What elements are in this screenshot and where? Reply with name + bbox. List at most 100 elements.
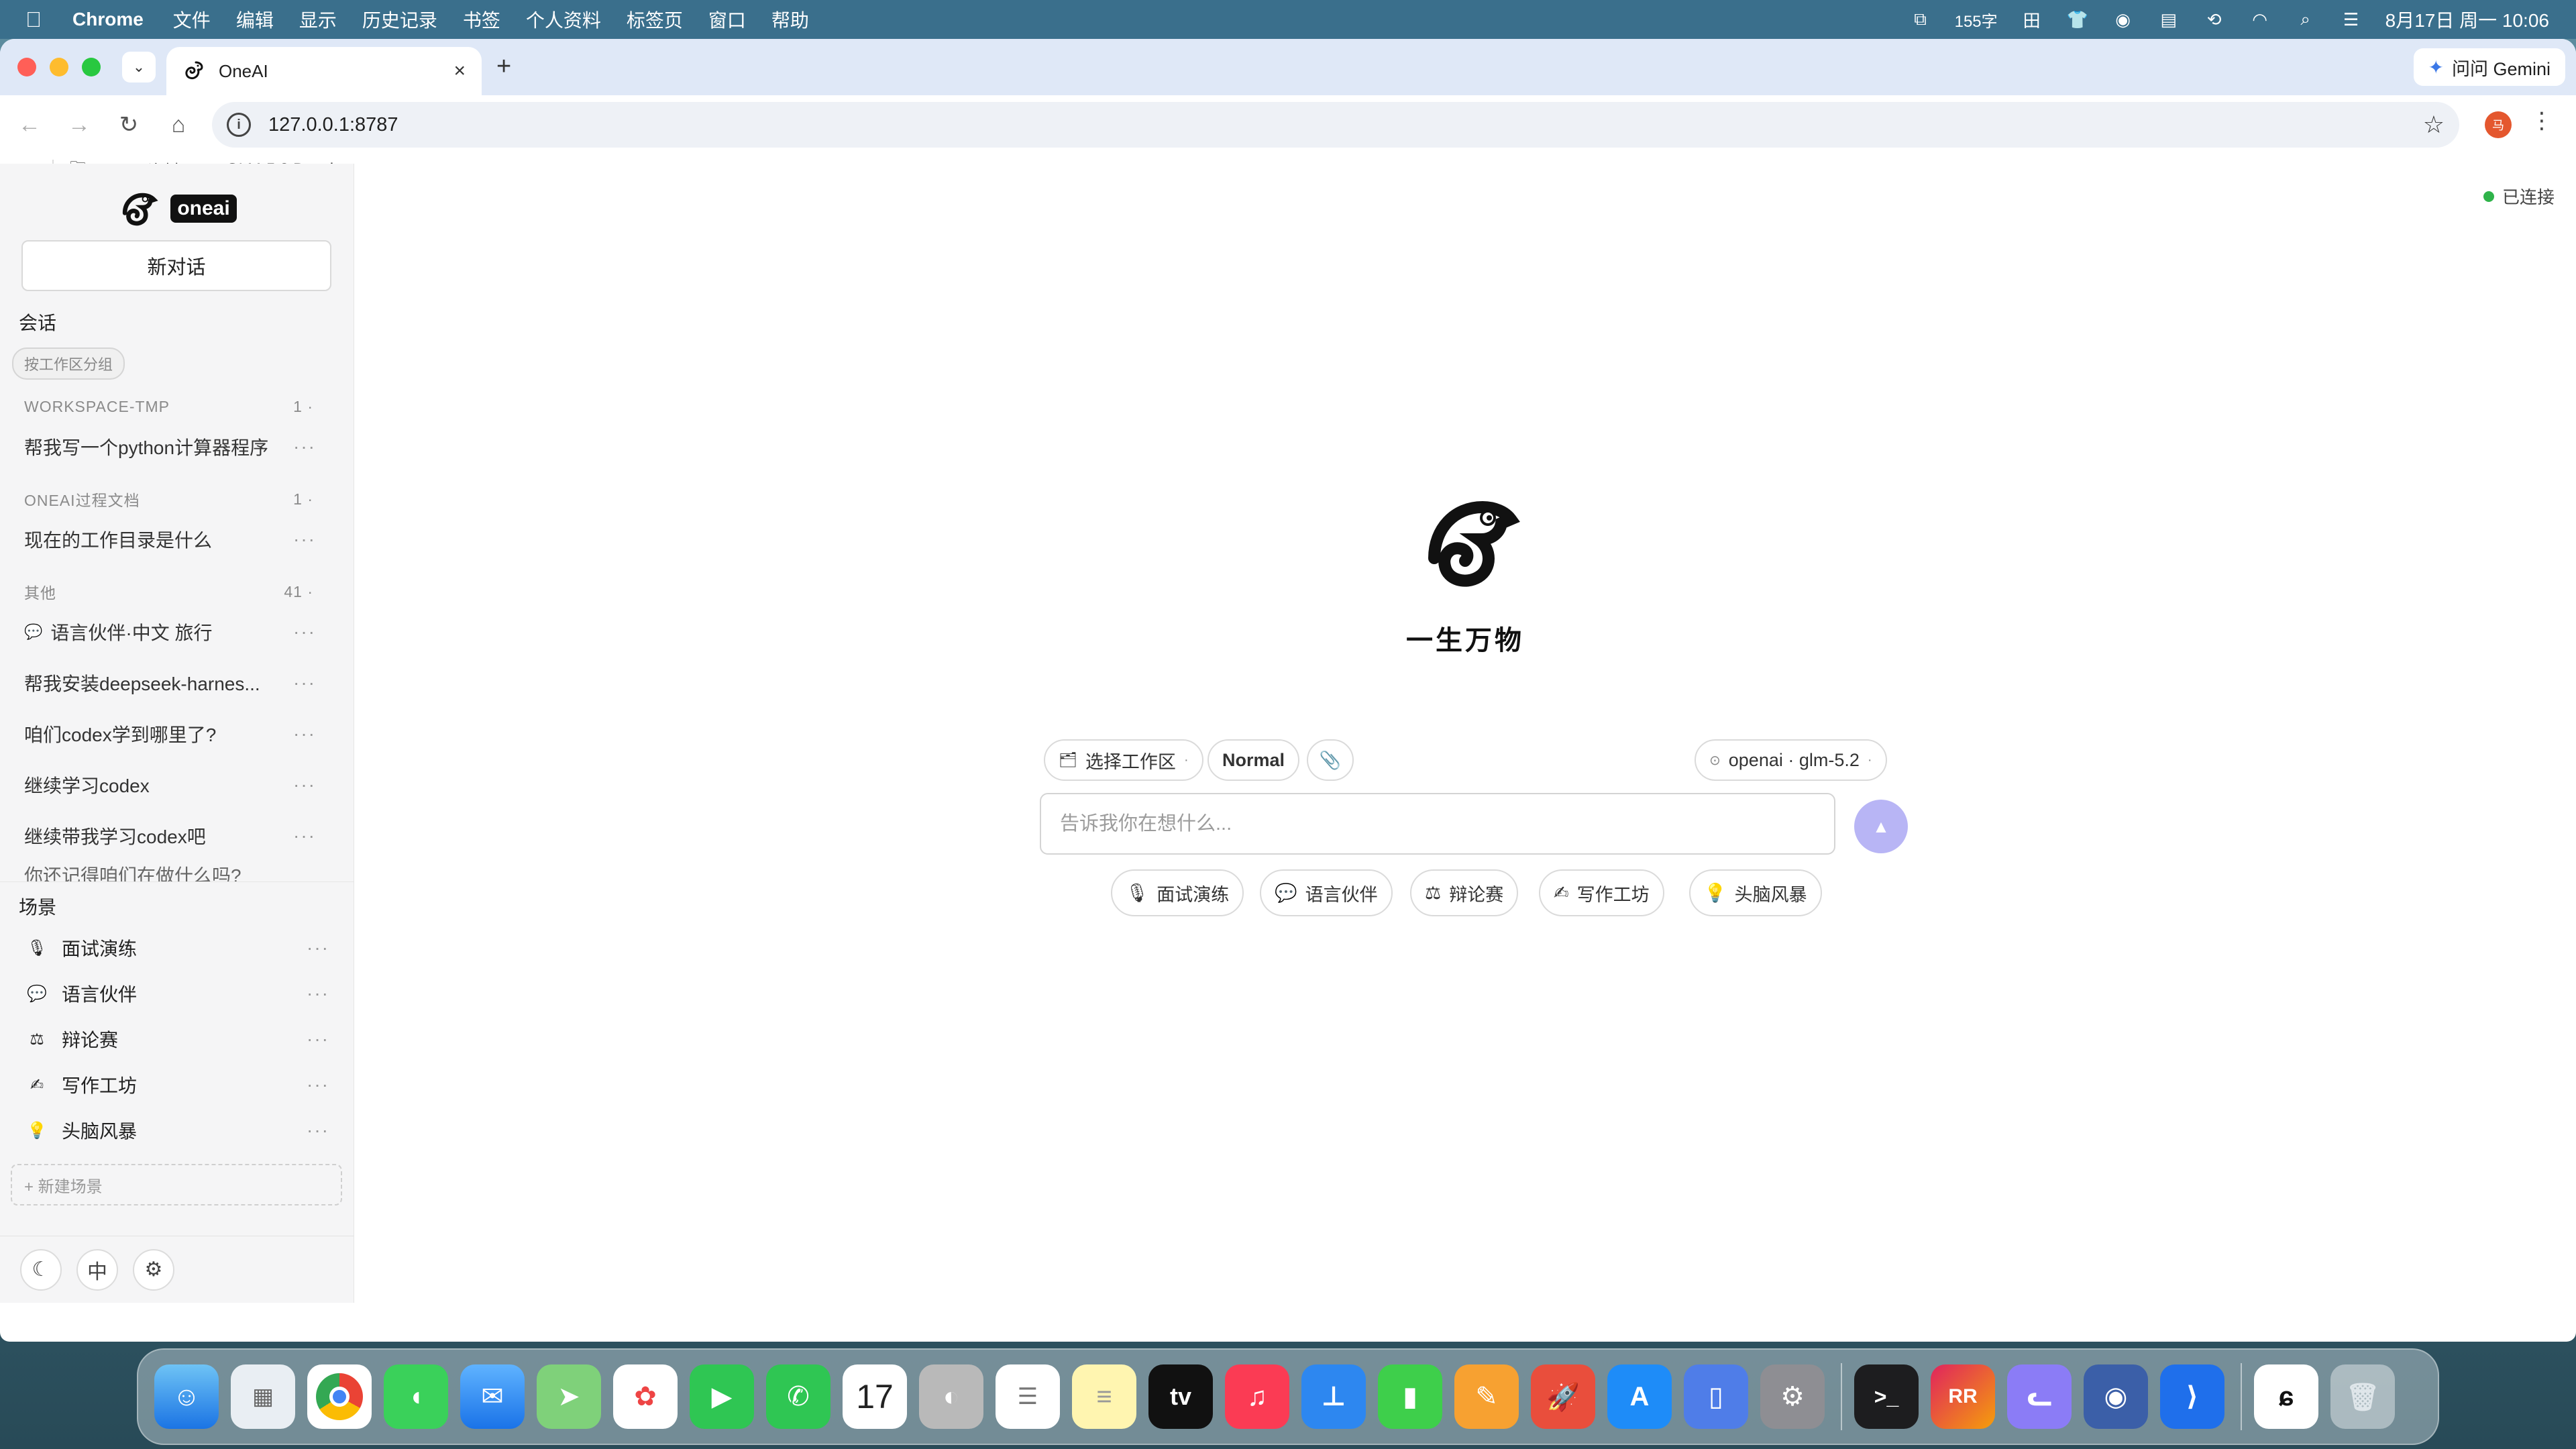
scene-chip-interview[interactable]: 🎙 面试演练	[1111, 869, 1244, 916]
list-item[interactable]: 咱们codex学到哪里了? ···	[0, 708, 354, 759]
more-options-icon[interactable]: ···	[293, 825, 316, 847]
launchpad-icon[interactable]: ▦	[231, 1364, 295, 1429]
more-options-icon[interactable]: ···	[307, 1074, 329, 1095]
workspace-selector[interactable]: 🗂 选择工作区 ·	[1044, 739, 1203, 781]
close-tab-icon[interactable]: ×	[453, 60, 466, 83]
word-count[interactable]: 155字	[1955, 8, 1998, 32]
scene-chip-writing[interactable]: ✍ 写作工坊	[1539, 869, 1664, 916]
more-options-icon[interactable]: ···	[293, 621, 316, 643]
list-item[interactable]: 帮我写一个python计算器程序 ···	[0, 421, 354, 472]
oneai-icon[interactable]: ɕ	[2254, 1364, 2318, 1429]
settings-icon[interactable]: ⚙	[1760, 1364, 1825, 1429]
menu-bookmarks[interactable]: 书签	[463, 6, 500, 33]
address-bar[interactable]: i 127.0.0.1:8787 ☆	[212, 102, 2459, 148]
cat-status-icon[interactable]: ◉	[2112, 9, 2135, 30]
bookmark-star-icon[interactable]: ☆	[2423, 111, 2445, 139]
more-options-icon[interactable]: ···	[293, 529, 316, 550]
screenshot-icon[interactable]: ⧉	[1909, 9, 1932, 30]
close-window-button[interactable]	[17, 58, 36, 76]
facetime-icon[interactable]: ▶	[690, 1364, 754, 1429]
reload-icon[interactable]: ↻	[109, 105, 149, 145]
more-options-icon[interactable]: ···	[307, 1028, 329, 1050]
menu-help[interactable]: 帮助	[771, 6, 809, 33]
paperclip-attach-icon[interactable]: 📎	[1307, 739, 1354, 781]
language-toggle-button[interactable]: 中	[76, 1248, 118, 1291]
moon-theme-icon[interactable]: ☾	[20, 1248, 62, 1291]
contacts-icon[interactable]: ◐	[919, 1364, 983, 1429]
more-options-icon[interactable]: ···	[293, 774, 316, 796]
keynote-icon[interactable]: ⊥	[1301, 1364, 1366, 1429]
send-button[interactable]: ▲	[1854, 800, 1908, 853]
more-options-icon[interactable]: ···	[307, 1120, 329, 1141]
finder-icon[interactable]: ☺	[154, 1364, 219, 1429]
reminders-icon[interactable]: ☰	[996, 1364, 1060, 1429]
list-item[interactable]: 帮我安装deepseek-harnes... ···	[0, 657, 354, 708]
menu-window[interactable]: 窗口	[708, 6, 746, 33]
mail-icon[interactable]: ✉	[460, 1364, 525, 1429]
gear-icon[interactable]: ⚙	[133, 1248, 174, 1291]
new-tab-button[interactable]: +	[496, 52, 511, 81]
message-composer[interactable]	[1040, 793, 1835, 855]
group-by-workspace-toggle[interactable]: 按工作区分组	[12, 347, 125, 380]
scene-item-writing[interactable]: ✍ 写作工坊 ···	[0, 1062, 354, 1108]
more-options-icon[interactable]: ···	[307, 937, 329, 959]
new-scene-button[interactable]: + 新建场景	[11, 1164, 342, 1205]
menu-history[interactable]: 历史记录	[362, 6, 437, 33]
scene-item-language[interactable]: 💬 语言伙伴 ···	[0, 971, 354, 1016]
home-icon[interactable]: ⌂	[158, 105, 199, 145]
list-item[interactable]: 现在的工作目录是什么 ···	[0, 514, 354, 565]
model-selector[interactable]: ⊙ openai · glm-5.2 ·	[1695, 739, 1887, 781]
appstore-icon[interactable]: A	[1607, 1364, 1672, 1429]
numbers-icon[interactable]: ▮	[1378, 1364, 1442, 1429]
calendar-icon[interactable]: 17	[843, 1364, 907, 1429]
menu-view[interactable]: 显示	[299, 6, 337, 33]
photos-icon[interactable]: ✿	[613, 1364, 678, 1429]
scene-item-interview[interactable]: 🎙 面试演练 ···	[0, 925, 354, 971]
messages-icon[interactable]: ◖	[384, 1364, 448, 1429]
forward-arrow-icon[interactable]: →	[59, 105, 99, 145]
trash-icon[interactable]: 🗑	[2330, 1364, 2395, 1429]
back-arrow-icon[interactable]: ←	[9, 105, 50, 145]
more-options-icon[interactable]: ···	[293, 436, 316, 458]
simulator-icon[interactable]: ▯	[1684, 1364, 1748, 1429]
vscode-icon[interactable]: ⟩	[2160, 1364, 2224, 1429]
new-chat-button[interactable]: 新对话	[21, 240, 331, 291]
rocket-icon[interactable]: 🚀	[1531, 1364, 1595, 1429]
wifi-icon[interactable]: ◠	[2249, 9, 2271, 30]
maps-icon[interactable]: ➤	[537, 1364, 601, 1429]
chrome-menu-icon[interactable]: ⋮	[2530, 107, 2553, 134]
list-item[interactable]: 继续学习codex ···	[0, 759, 354, 810]
menu-profiles[interactable]: 个人资料	[526, 6, 601, 33]
site-info-icon[interactable]: i	[227, 113, 251, 137]
apple-icon[interactable]: 	[25, 7, 52, 32]
menu-app-name[interactable]: Chrome	[72, 9, 144, 30]
list-item-partial[interactable]: 你还记得咱们在做什么吗?	[0, 861, 354, 881]
cat-icon[interactable]: ᓚ	[2007, 1364, 2072, 1429]
control-center-icon[interactable]: ☰	[2340, 9, 2363, 30]
tab-oneai[interactable]: OneAI ×	[166, 47, 482, 95]
profile-avatar[interactable]: 马	[2485, 111, 2512, 138]
menu-file[interactable]: 文件	[173, 6, 211, 33]
notes-icon[interactable]: ≡	[1072, 1364, 1136, 1429]
menu-tab[interactable]: 标签页	[627, 6, 683, 33]
input-method-icon[interactable]: 田	[2021, 9, 2043, 31]
mode-selector[interactable]: Normal	[1208, 739, 1300, 781]
list-item[interactable]: 💬 语言伙伴·中文 旅行 ···	[0, 606, 354, 657]
menu-edit[interactable]: 编辑	[236, 6, 274, 33]
scene-chip-debate[interactable]: ⚖ 辩论赛	[1410, 869, 1519, 916]
url-text[interactable]: 127.0.0.1:8787	[268, 114, 2423, 136]
chrome-icon[interactable]	[307, 1364, 372, 1429]
scene-chip-brainstorm[interactable]: 💡 头脑风暴	[1689, 869, 1822, 916]
spotlight-search-icon[interactable]: ⌕	[2294, 9, 2317, 30]
more-options-icon[interactable]: ···	[293, 672, 316, 694]
workspace-group-header[interactable]: 其他 41 ·	[0, 577, 354, 606]
shirt-icon[interactable]: 👕	[2066, 9, 2089, 30]
terminal-icon[interactable]: >_	[1854, 1364, 1919, 1429]
tab-search-chevron-down-icon[interactable]: ⌄	[122, 52, 156, 83]
rider-icon[interactable]: RR	[1931, 1364, 1995, 1429]
zoom-window-button[interactable]	[82, 58, 101, 76]
docker-icon[interactable]: ◉	[2084, 1364, 2148, 1429]
menu-clock[interactable]: 8月17日 周一 10:06	[2385, 6, 2549, 33]
music-icon[interactable]: ♫	[1225, 1364, 1289, 1429]
sync-icon[interactable]: ⟲	[2203, 9, 2226, 30]
